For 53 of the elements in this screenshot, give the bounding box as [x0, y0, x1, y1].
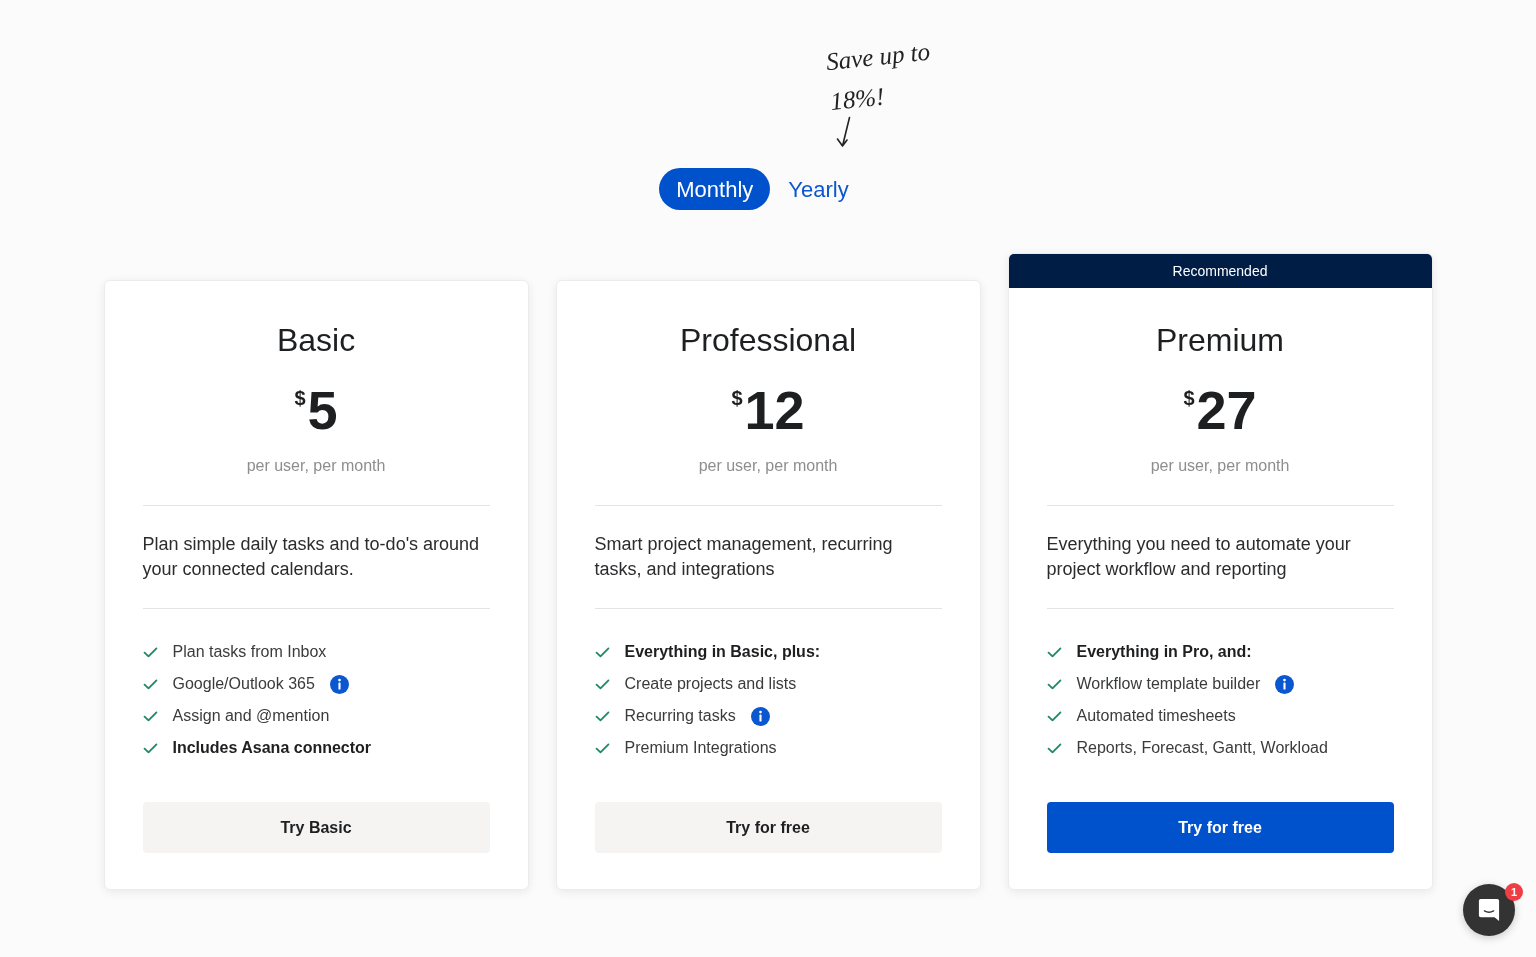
notification-badge: 1	[1505, 883, 1523, 901]
plan-button[interactable]: Try for free	[594, 802, 942, 853]
info-icon[interactable]	[1275, 674, 1295, 694]
plan-price: 27	[1196, 382, 1257, 438]
price-unit: per user, per month	[1150, 456, 1290, 476]
feature-text: Create projects and lists	[624, 674, 797, 694]
handwritten-note: Save up to 18%!	[824, 36, 933, 117]
currency-symbol: $	[731, 386, 743, 410]
check-icon	[142, 678, 158, 690]
feature-text: Everything in Basic, plus:	[624, 642, 821, 662]
check-icon	[594, 742, 610, 754]
plan-price: 5	[307, 382, 338, 438]
plan-name: Basic	[276, 321, 356, 360]
feature-text: Recurring tasks	[624, 706, 736, 726]
feature-text: Workflow template builder	[1076, 674, 1261, 694]
billing-tab[interactable]: Yearly	[776, 168, 861, 210]
check-icon	[142, 742, 158, 754]
feature-text: Everything in Pro, and:	[1076, 642, 1252, 662]
plan-description: Everything you need to automate your project workflow and reporting	[1046, 533, 1352, 581]
check-icon	[1046, 678, 1062, 690]
price-unit: per user, per month	[246, 456, 386, 476]
feature-text: Plan tasks from Inbox	[172, 642, 327, 662]
check-icon	[594, 710, 610, 722]
check-icon	[142, 646, 158, 658]
plan-description: Smart project management, recurring tasks, and integrations	[594, 533, 894, 581]
chat-icon	[1478, 898, 1500, 922]
feature-text: Google/Outlook 365	[172, 674, 315, 694]
plan-button[interactable]: Try for free	[1046, 802, 1394, 853]
feature-text: Automated timesheets	[1076, 706, 1236, 726]
plan-description: Plan simple daily tasks and to-do's around your connected calendars.	[142, 533, 481, 581]
billing-tab[interactable]: Monthly	[659, 168, 771, 210]
feature-text: Reports, Forecast, Gantt, Workload	[1076, 738, 1328, 758]
check-icon	[1046, 710, 1062, 722]
price-unit: per user, per month	[698, 456, 838, 476]
check-icon	[1046, 742, 1062, 754]
feature-text: Assign and @mention	[172, 706, 330, 726]
check-icon	[594, 646, 610, 658]
check-icon	[142, 710, 158, 722]
plan-price: 12	[744, 382, 805, 438]
recommended-label: Recommended	[1172, 261, 1268, 281]
chat-button[interactable]	[1463, 884, 1515, 936]
check-icon	[1046, 646, 1062, 658]
feature-text: Premium Integrations	[624, 738, 777, 758]
currency-symbol: $	[1183, 386, 1195, 410]
currency-symbol: $	[294, 386, 306, 410]
info-icon[interactable]	[329, 674, 349, 694]
arrow-icon	[836, 116, 852, 148]
info-icon[interactable]	[750, 706, 770, 726]
plan-name: Premium	[1156, 321, 1284, 360]
plan-button[interactable]: Try Basic	[142, 802, 490, 853]
check-icon	[594, 678, 610, 690]
feature-text: Includes Asana connector	[172, 738, 372, 758]
plan-name: Professional	[679, 321, 857, 360]
